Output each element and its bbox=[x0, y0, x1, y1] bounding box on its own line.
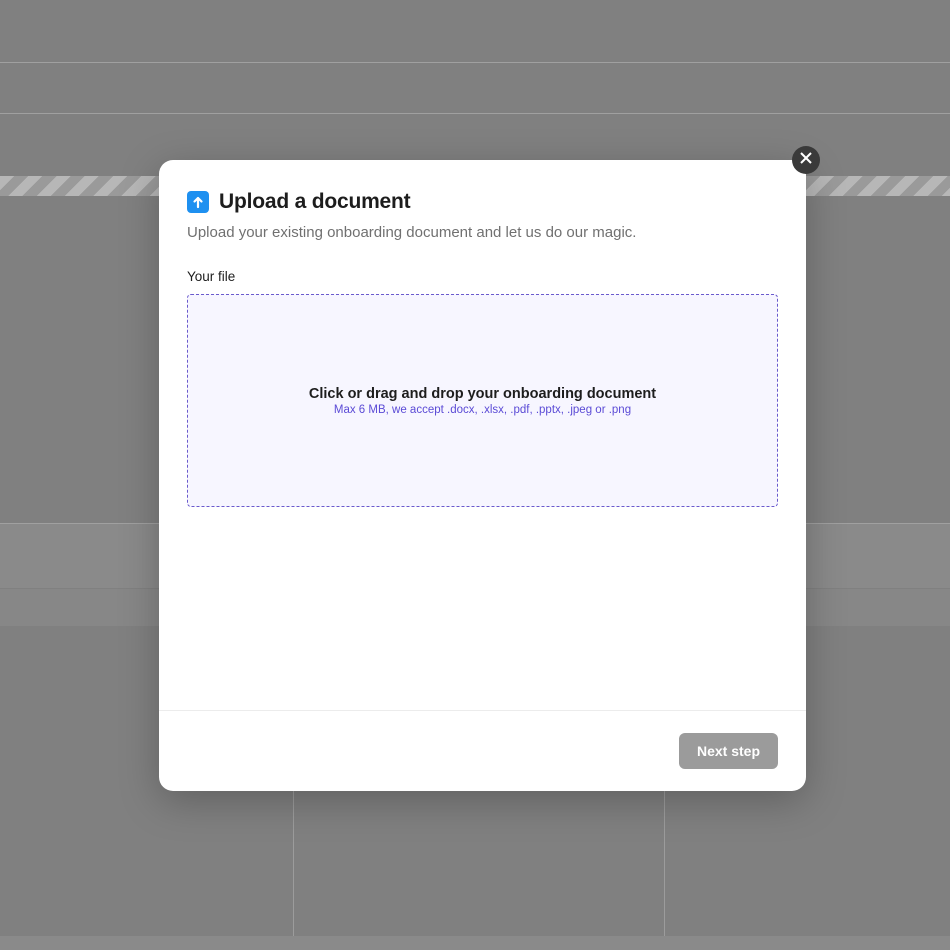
modal-title: Upload a document bbox=[219, 190, 410, 214]
next-step-button[interactable]: Next step bbox=[679, 733, 778, 769]
dropzone-sub-text: Max 6 MB, we accept .docx, .xlsx, .pdf, … bbox=[334, 404, 631, 416]
bg-line bbox=[0, 62, 950, 63]
close-icon bbox=[800, 151, 812, 169]
modal-footer: Next step bbox=[159, 710, 806, 791]
dropzone-main-text: Click or drag and drop your onboarding d… bbox=[309, 386, 656, 402]
modal-subtitle: Upload your existing onboarding document… bbox=[187, 224, 778, 241]
modal-body: Upload a document Upload your existing o… bbox=[159, 160, 806, 710]
upload-modal: Upload a document Upload your existing o… bbox=[159, 160, 806, 791]
bg-line bbox=[0, 113, 950, 114]
modal-title-row: Upload a document bbox=[187, 190, 778, 214]
file-field-label: Your file bbox=[187, 269, 778, 284]
bg-bottom bbox=[0, 936, 950, 950]
file-dropzone[interactable]: Click or drag and drop your onboarding d… bbox=[187, 294, 778, 507]
close-button[interactable] bbox=[792, 146, 820, 174]
upload-arrow-icon bbox=[187, 191, 209, 213]
